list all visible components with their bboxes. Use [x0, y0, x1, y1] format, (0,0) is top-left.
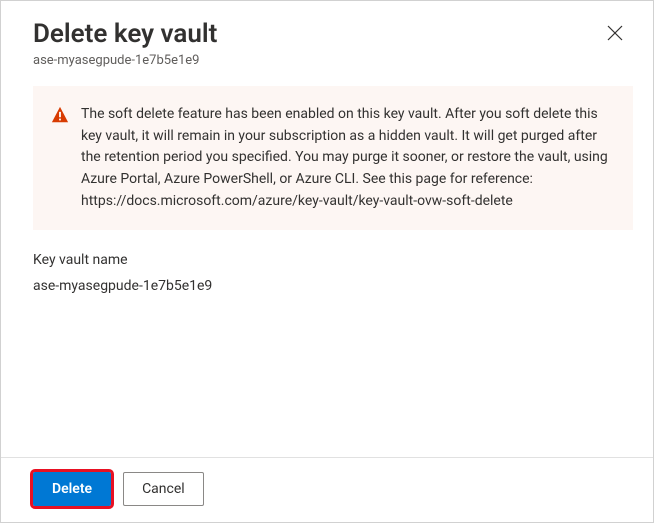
panel-header: Delete key vault ase-myasegpude-1e7b5e1e…	[1, 1, 653, 78]
panel-subtitle: ase-myasegpude-1e7b5e1e9	[33, 53, 593, 68]
panel-footer: Delete Cancel	[1, 457, 653, 522]
soft-delete-warning: The soft delete feature has been enabled…	[33, 86, 633, 230]
spacer	[33, 294, 633, 334]
delete-button[interactable]: Delete	[33, 472, 111, 506]
close-button[interactable]	[601, 21, 629, 49]
warning-text: The soft delete feature has been enabled…	[81, 104, 611, 212]
key-vault-name-value: ase-myasegpude-1e7b5e1e9	[33, 278, 633, 294]
panel-body-scroll[interactable]: The soft delete feature has been enabled…	[1, 78, 653, 457]
warning-icon	[51, 106, 69, 212]
panel-title: Delete key vault	[33, 19, 593, 49]
delete-key-vault-panel: Delete key vault ase-myasegpude-1e7b5e1e…	[0, 0, 654, 523]
key-vault-name-field: Key vault name ase-myasegpude-1e7b5e1e9	[33, 252, 633, 294]
cancel-button[interactable]: Cancel	[123, 472, 204, 506]
key-vault-name-label: Key vault name	[33, 252, 633, 268]
close-icon	[607, 25, 623, 45]
